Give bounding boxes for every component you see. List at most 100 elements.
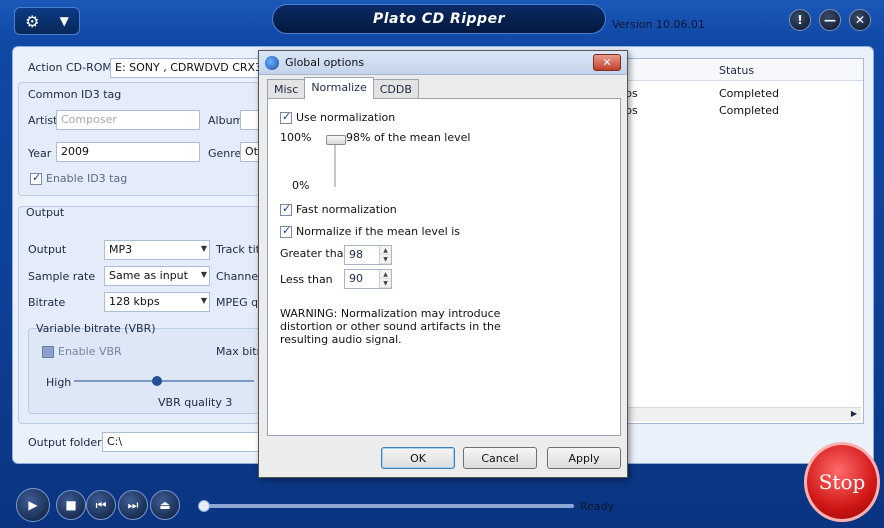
previous-button[interactable]: ⏮ (86, 490, 116, 520)
stop-rip-button[interactable]: Stop (804, 442, 880, 522)
progress-track[interactable] (200, 504, 574, 508)
percent-bottom-label: 0% (292, 179, 310, 192)
normalize-pane: Use normalization 100% 98% of the mean l… (267, 98, 621, 436)
vbr-quality-slider[interactable] (152, 376, 162, 386)
checkbox-icon (280, 202, 292, 216)
track-title-label: Track titl (216, 243, 264, 256)
play-icon: ▶ (28, 498, 38, 512)
eject-icon: ⏏ (159, 498, 171, 512)
vbr-high-label: High (46, 376, 72, 389)
output-folder-label: Output folder (28, 436, 102, 449)
fast-normalization-label: Fast normalization (296, 203, 397, 216)
app-title: Plato CD Ripper (272, 4, 606, 34)
normalization-warning: WARNING: Normalization may introduce dis… (280, 307, 501, 346)
tab-normalize[interactable]: Normalize (304, 77, 374, 99)
app-window: ⚙ ▼ Plato CD Ripper Version 10.06.01 ! —… (0, 0, 884, 528)
progress-slider[interactable] (198, 500, 210, 512)
percent-top-label: 100% (280, 131, 312, 144)
vbr-section-title: Variable bitrate (VBR) (36, 322, 156, 335)
vbr-quality-label: VBR quality 3 (158, 396, 233, 409)
prev-icon: ⏮ (95, 497, 107, 512)
album-label: Album (208, 114, 244, 127)
about-button[interactable]: ! (789, 9, 811, 31)
menu-button[interactable]: ⚙ ▼ (14, 7, 80, 35)
enable-id3-checkbox[interactable]: Enable ID3 tag (30, 171, 128, 185)
minimize-button[interactable]: — (819, 9, 841, 31)
sample-rate-select[interactable]: Same as input (104, 266, 210, 286)
up-arrow-icon[interactable]: ▲ (380, 246, 391, 255)
less-than-value: 90 (349, 272, 363, 285)
list-item-status: Completed (719, 87, 779, 100)
checkbox-icon (280, 110, 292, 124)
checkbox-icon (30, 171, 42, 185)
stop-track-button[interactable]: ■ (56, 490, 86, 520)
greater-than-label: Greater than (280, 247, 351, 260)
genre-label: Genre (208, 147, 242, 160)
normalize-if-checkbox[interactable]: Normalize if the mean level is (280, 224, 461, 238)
use-normalization-checkbox[interactable]: Use normalization (280, 110, 396, 124)
bitrate-select[interactable]: 128 kbps (104, 292, 210, 312)
dialog-title-bar[interactable]: Global options ✕ (259, 51, 627, 75)
mean-level-label: 98% of the mean level (346, 131, 471, 144)
enable-vbr-checkbox[interactable]: Enable VBR (42, 345, 122, 358)
dialog-tabs: Misc Normalize CDDB (267, 77, 419, 99)
year-input[interactable]: 2009 (56, 142, 200, 162)
artist-label: Artist (28, 114, 58, 127)
scroll-right-icon[interactable]: ▶ (851, 409, 857, 418)
use-normalization-label: Use normalization (296, 111, 396, 124)
artist-input[interactable]: Composer (56, 110, 200, 130)
horizontal-scrollbar[interactable]: ▶ (625, 407, 861, 421)
vbr-quality-track (74, 380, 254, 382)
up-arrow-icon[interactable]: ▲ (380, 270, 391, 279)
action-cdrom-label: Action CD-ROM (28, 61, 112, 74)
spinner-arrows[interactable]: ▲ ▼ (379, 246, 391, 264)
next-icon: ⏭ (127, 497, 139, 512)
level-slider[interactable] (326, 135, 346, 145)
less-than-label: Less than (280, 273, 333, 286)
bitrate-label: Bitrate (28, 296, 66, 309)
down-arrow-icon[interactable]: ▼ (380, 279, 391, 288)
apply-button[interactable]: Apply (547, 447, 621, 469)
tab-misc[interactable]: Misc (267, 79, 306, 99)
down-arrow-icon[interactable]: ▼ (380, 255, 391, 264)
global-options-dialog: Global options ✕ Misc Normalize CDDB Use… (258, 50, 628, 478)
greater-than-value: 98 (349, 248, 363, 261)
tab-cddb[interactable]: CDDB (372, 79, 419, 99)
next-button[interactable]: ⏭ (118, 490, 148, 520)
version-label: Version 10.06.01 (612, 18, 705, 31)
checkbox-icon (42, 346, 54, 358)
app-icon (265, 55, 279, 70)
enable-id3-label: Enable ID3 tag (46, 172, 128, 185)
status-text: Ready (580, 500, 615, 513)
chevron-down-icon: ▼ (59, 14, 69, 28)
cdrom-select[interactable]: E: SONY , CDRWDVD CRX31 (110, 58, 260, 78)
play-button[interactable]: ▶ (16, 488, 50, 522)
track-list[interactable]: Status ps Completed ps Completed ▶ (614, 58, 864, 424)
output-format-select[interactable]: MP3 (104, 240, 210, 260)
greater-than-spinner[interactable]: 98 ▲ ▼ (344, 245, 392, 265)
sample-rate-label: Sample rate (28, 270, 96, 283)
close-button[interactable]: ✕ (849, 9, 871, 31)
output-folder-input[interactable]: C:\ (102, 432, 262, 452)
id3-section-title: Common ID3 tag (28, 88, 122, 101)
eject-button[interactable]: ⏏ (150, 490, 180, 520)
dialog-close-button[interactable]: ✕ (593, 54, 621, 71)
enable-vbr-label: Enable VBR (58, 345, 122, 358)
checkbox-icon (280, 224, 292, 238)
list-item-status: Completed (719, 104, 779, 117)
normalize-if-label: Normalize if the mean level is (296, 225, 461, 238)
cancel-button[interactable]: Cancel (463, 447, 537, 469)
year-label: Year (28, 147, 52, 160)
output-label: Output (28, 243, 67, 256)
output-section-title: Output (26, 206, 65, 219)
gear-icon: ⚙ (25, 11, 40, 31)
title-bar: ⚙ ▼ Plato CD Ripper Version 10.06.01 ! —… (0, 0, 884, 44)
less-than-spinner[interactable]: 90 ▲ ▼ (344, 269, 392, 289)
spinner-arrows[interactable]: ▲ ▼ (379, 270, 391, 288)
fast-normalization-checkbox[interactable]: Fast normalization (280, 202, 397, 216)
ok-button[interactable]: OK (381, 447, 455, 469)
list-header: Status (615, 59, 863, 81)
status-column-header[interactable]: Status (719, 64, 754, 77)
stop-icon: ■ (65, 498, 77, 512)
dialog-title: Global options (285, 56, 365, 69)
